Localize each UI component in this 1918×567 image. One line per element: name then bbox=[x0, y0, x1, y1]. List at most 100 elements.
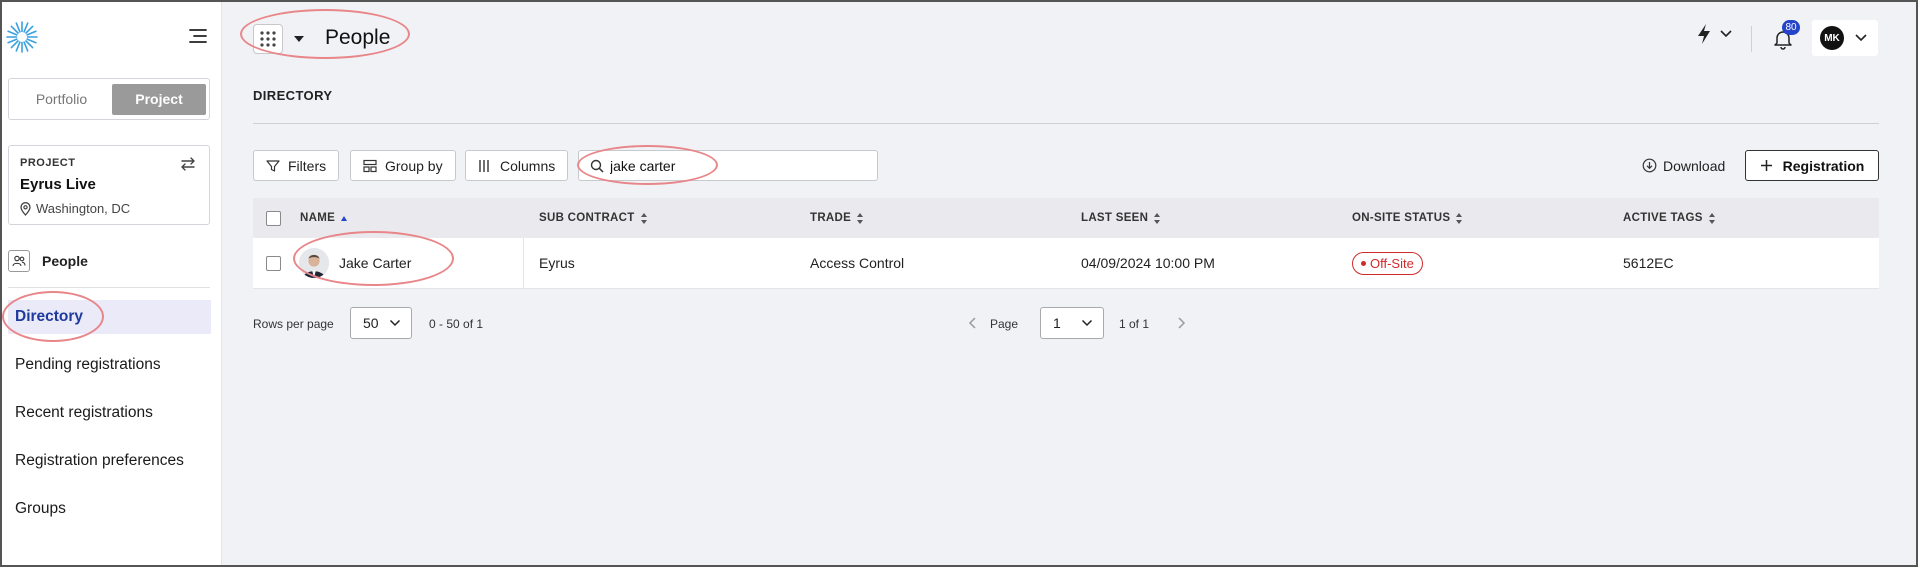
portfolio-tab[interactable]: Portfolio bbox=[14, 84, 109, 115]
filters-label: Filters bbox=[288, 157, 327, 174]
registration-label: Registration bbox=[1782, 157, 1865, 174]
chevron-down-icon bbox=[1081, 319, 1093, 327]
active-tags-cell: 5612EC bbox=[1623, 255, 1674, 271]
main-content: People 80 MK DIRECTORY Filters Group by … bbox=[222, 0, 1918, 567]
sort-asc-icon bbox=[341, 215, 348, 221]
page-value: 1 bbox=[1053, 315, 1061, 331]
columns-label: Columns bbox=[500, 157, 556, 174]
people-section-label: People bbox=[42, 253, 88, 269]
chevron-down-icon bbox=[1720, 30, 1732, 38]
columns-button[interactable]: Columns bbox=[465, 150, 569, 181]
project-tab[interactable]: Project bbox=[112, 84, 206, 115]
sort-icon bbox=[640, 212, 648, 224]
project-name: Eyrus Live bbox=[20, 176, 96, 193]
search-icon bbox=[590, 159, 604, 173]
bolt-icon bbox=[1698, 24, 1710, 44]
column-header-active-tags[interactable]: ACTIVE TAGS bbox=[1623, 198, 1716, 238]
status-cell: Off-Site bbox=[1352, 238, 1423, 288]
project-card: PROJECT Eyrus Live Washington, DC bbox=[8, 145, 210, 225]
group-by-button[interactable]: Group by bbox=[350, 150, 456, 181]
column-header-sub-contract[interactable]: SUB CONTRACT bbox=[539, 198, 648, 238]
sidebar-item-groups[interactable]: Groups bbox=[8, 492, 211, 526]
chevron-down-icon bbox=[389, 319, 401, 327]
swap-icon[interactable] bbox=[179, 155, 197, 173]
sort-icon bbox=[1456, 212, 1463, 224]
people-table: NAME SUB CONTRACT TRADE LAST SEEN ON-SIT… bbox=[253, 198, 1879, 289]
location-pin-icon bbox=[20, 201, 31, 216]
person-avatar bbox=[299, 248, 329, 278]
page-select[interactable]: 1 bbox=[1040, 307, 1104, 339]
row-checkbox[interactable] bbox=[266, 255, 281, 271]
column-trade-label: TRADE bbox=[810, 212, 852, 224]
page-label: Page bbox=[990, 317, 1019, 331]
column-on-site-status-label: ON-SITE STATUS bbox=[1352, 212, 1451, 224]
column-header-last-seen[interactable]: LAST SEEN bbox=[1081, 198, 1161, 238]
scope-toggle: Portfolio Project bbox=[8, 78, 210, 120]
section-divider bbox=[253, 123, 1879, 124]
module-dropdown-caret[interactable] bbox=[294, 36, 304, 42]
table-header: NAME SUB CONTRACT TRADE LAST SEEN ON-SIT… bbox=[253, 198, 1879, 238]
download-label: Download bbox=[1663, 157, 1726, 174]
column-header-trade[interactable]: TRADE bbox=[810, 198, 864, 238]
chevron-right-icon[interactable] bbox=[1174, 316, 1188, 330]
status-badge: Off-Site bbox=[1352, 251, 1423, 275]
rows-range: 0 - 50 of 1 bbox=[429, 317, 484, 331]
sidebar-item-registration-preferences[interactable]: Registration preferences bbox=[8, 444, 211, 478]
plus-icon bbox=[1760, 160, 1772, 171]
column-name-label: NAME bbox=[300, 212, 336, 224]
add-registration-button[interactable]: Registration bbox=[1745, 150, 1879, 181]
sub-contract-cell: Eyrus bbox=[539, 255, 575, 271]
rows-per-page-select[interactable]: 50 bbox=[350, 307, 412, 339]
column-header-on-site-status[interactable]: ON-SITE STATUS bbox=[1352, 198, 1463, 238]
filters-button[interactable]: Filters bbox=[253, 150, 340, 181]
sidebar-item-pending-registrations[interactable]: Pending registrations bbox=[8, 348, 211, 382]
page-title: People bbox=[325, 26, 391, 49]
last-seen-cell: 04/09/2024 10:00 PM bbox=[1081, 255, 1215, 271]
person-name: Jake Carter bbox=[339, 255, 412, 271]
group-by-icon bbox=[363, 159, 377, 172]
apps-grid-icon bbox=[260, 31, 276, 47]
select-all-checkbox[interactable] bbox=[266, 210, 281, 226]
avatar: MK bbox=[1820, 26, 1844, 50]
notification-badge: 80 bbox=[1782, 20, 1800, 35]
people-section-header: People bbox=[8, 250, 88, 272]
download-button[interactable]: Download bbox=[1642, 150, 1725, 181]
people-icon bbox=[8, 250, 30, 272]
project-label: PROJECT bbox=[20, 157, 76, 169]
download-icon bbox=[1642, 158, 1657, 173]
sidebar-item-recent-registrations[interactable]: Recent registrations bbox=[8, 396, 211, 430]
sort-icon bbox=[1708, 212, 1716, 224]
trade-cell: Access Control bbox=[810, 255, 905, 271]
pagination: Rows per page 50 0 - 50 of 1 Page 1 1 of… bbox=[253, 307, 1879, 341]
rows-per-page-value: 50 bbox=[363, 315, 379, 331]
status-text: Off-Site bbox=[1370, 255, 1414, 271]
column-active-tags-label: ACTIVE TAGS bbox=[1623, 212, 1703, 224]
sort-icon bbox=[857, 212, 864, 224]
search-input[interactable] bbox=[610, 157, 860, 174]
hamburger-icon[interactable] bbox=[188, 27, 208, 45]
columns-icon bbox=[479, 159, 489, 172]
column-sub-contract-label: SUB CONTRACT bbox=[539, 212, 635, 224]
group-by-label: Group by bbox=[385, 157, 443, 174]
logo-icon bbox=[6, 21, 38, 53]
project-location: Washington, DC bbox=[20, 201, 130, 216]
apps-grid-button[interactable] bbox=[253, 24, 283, 54]
column-header-name[interactable]: NAME bbox=[300, 198, 348, 238]
column-last-seen-label: LAST SEEN bbox=[1081, 212, 1149, 224]
user-menu-button[interactable]: MK bbox=[1812, 20, 1878, 56]
sort-icon bbox=[1154, 212, 1161, 224]
sidebar-divider bbox=[8, 287, 210, 288]
status-dot bbox=[1361, 260, 1366, 266]
section-title: DIRECTORY bbox=[253, 88, 333, 103]
header-separator bbox=[1751, 26, 1752, 52]
column-divider bbox=[523, 238, 524, 288]
quick-actions-button[interactable] bbox=[1696, 23, 1733, 45]
rows-per-page-label: Rows per page bbox=[253, 317, 334, 331]
table-row[interactable]: Jake Carter Eyrus Access Control 04/09/2… bbox=[253, 238, 1879, 289]
sidebar-item-directory[interactable]: Directory bbox=[8, 300, 211, 334]
page-count: 1 of 1 bbox=[1119, 317, 1150, 331]
person-name-cell[interactable]: Jake Carter bbox=[299, 238, 411, 288]
project-location-text: Washington, DC bbox=[36, 201, 131, 216]
chevron-left-icon[interactable] bbox=[966, 316, 980, 330]
filter-icon bbox=[266, 159, 280, 172]
